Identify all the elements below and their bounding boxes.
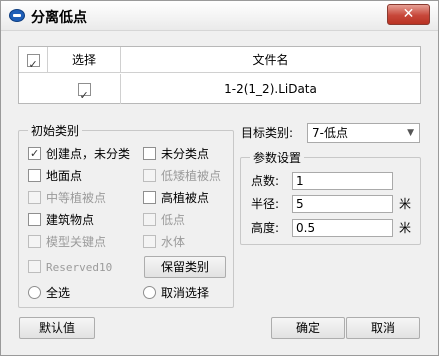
close-button[interactable]: ✕ <box>387 4 430 25</box>
point-count-label: 点数: <box>251 174 280 188</box>
unclassified-checkbox[interactable] <box>143 147 156 160</box>
created-unclassified-checkbox[interactable] <box>28 145 41 163</box>
point-count-input[interactable]: 1 <box>292 172 393 190</box>
chevron-down-icon: ▼ <box>407 128 414 138</box>
target-class-select[interactable]: 7-低点 ▼ <box>307 123 420 143</box>
class-high-vegetation[interactable]: 高植被点 <box>143 189 209 207</box>
default-values-button[interactable]: 默认值 <box>19 317 95 339</box>
cancel-button[interactable]: 取消 <box>346 317 420 339</box>
initial-class-group: 初始类别 创建点，未分类 未分类点 地面点 低矮植被点 中等植被点 高植被点 建… <box>18 122 234 308</box>
target-class-value: 7-低点 <box>312 126 348 140</box>
radius-unit: 米 <box>399 197 412 211</box>
height-label: 高度: <box>251 221 280 235</box>
app-logo-icon <box>9 9 25 22</box>
class-water: 水体 <box>143 233 185 251</box>
table-row-check-cell[interactable] <box>48 74 121 111</box>
class-low-vegetation: 低矮植被点 <box>143 167 221 185</box>
water-checkbox <box>143 235 156 248</box>
class-model-keypoint: 模型关键点 <box>28 233 106 251</box>
ground-checkbox[interactable] <box>28 169 41 182</box>
class-medium-vegetation: 中等植被点 <box>28 189 106 207</box>
select-all-files-checkbox[interactable] <box>26 52 40 78</box>
params-group: 参数设置 点数: 1 半径: 5 米 高度: 0.5 米 <box>240 149 421 245</box>
select-all-radio[interactable] <box>28 286 41 299</box>
low-point-checkbox <box>143 213 156 226</box>
reserved10-checkbox <box>28 260 41 273</box>
params-group-title: 参数设置 <box>250 149 305 166</box>
class-building[interactable]: 建筑物点 <box>28 211 94 229</box>
building-checkbox[interactable] <box>28 213 41 226</box>
class-reserved10: Reserved10 <box>28 259 112 277</box>
height-input[interactable]: 0.5 <box>292 219 393 237</box>
file-table: 选择 文件名 1-2(1_2).LiData <box>18 46 421 111</box>
file-row-checkbox[interactable] <box>77 81 91 111</box>
title-bar[interactable]: 分离低点 ✕ <box>1 1 438 31</box>
high-vegetation-checkbox[interactable] <box>143 191 156 204</box>
header-check-cell[interactable] <box>19 47 48 78</box>
dialog-title: 分离低点 <box>31 10 87 26</box>
header-select: 选择 <box>48 47 121 73</box>
class-ground[interactable]: 地面点 <box>28 167 82 185</box>
table-row-filename[interactable]: 1-2(1_2).LiData <box>121 74 420 104</box>
deselect-option[interactable]: 取消选择 <box>143 284 209 302</box>
select-all-option[interactable]: 全选 <box>28 284 70 302</box>
header-filename: 文件名 <box>121 47 420 73</box>
keep-class-button[interactable]: 保留类别 <box>144 256 226 278</box>
medium-vegetation-checkbox <box>28 191 41 204</box>
deselect-radio[interactable] <box>143 286 156 299</box>
class-created-unclassified[interactable]: 创建点，未分类 <box>28 145 130 163</box>
model-keypoint-checkbox <box>28 235 41 248</box>
initial-class-group-title: 初始类别 <box>28 122 83 139</box>
dialog-window: 分离低点 ✕ 选择 文件名 1-2(1_2).LiData 初始类别 创建点，未… <box>0 0 439 356</box>
target-class-label: 目标类别: <box>241 126 294 140</box>
radius-label: 半径: <box>251 197 280 211</box>
class-low-point: 低点 <box>143 211 185 229</box>
class-unclassified[interactable]: 未分类点 <box>143 145 209 163</box>
radius-input[interactable]: 5 <box>292 195 393 213</box>
low-vegetation-checkbox <box>143 169 156 182</box>
ok-button[interactable]: 确定 <box>271 317 345 339</box>
height-unit: 米 <box>399 221 412 235</box>
